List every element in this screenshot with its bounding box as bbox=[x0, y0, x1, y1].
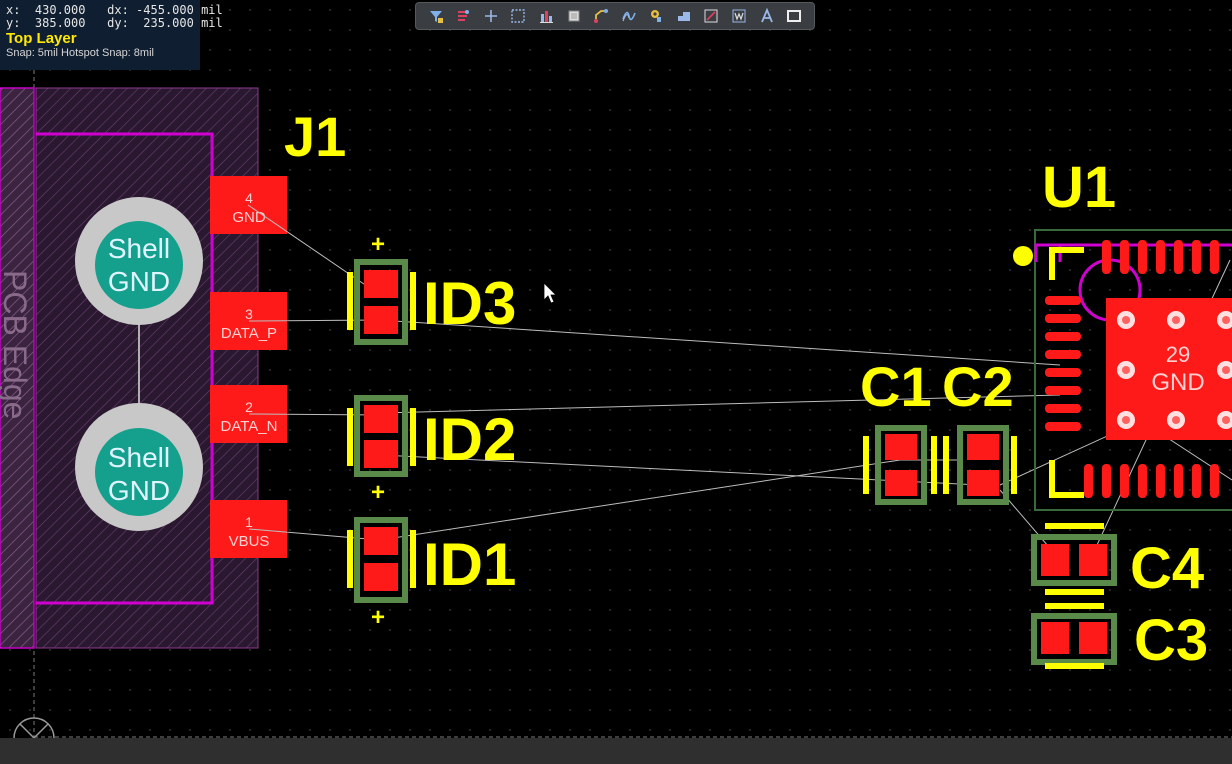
svg-text:4: 4 bbox=[245, 190, 253, 206]
diode-id1-label: ID1 bbox=[423, 531, 516, 598]
u1-designator: U1 bbox=[1042, 155, 1116, 220]
filter-icon[interactable] bbox=[425, 5, 447, 27]
svg-text:Shell: Shell bbox=[108, 442, 170, 473]
capacitor-c3-label: C3 bbox=[1134, 608, 1208, 673]
svg-text:GND: GND bbox=[108, 266, 170, 297]
svg-text:Shell: Shell bbox=[108, 233, 170, 264]
j1-designator: J1 bbox=[284, 105, 346, 168]
capacitor-c2-label: C2 bbox=[942, 355, 1014, 418]
svg-text:GND: GND bbox=[232, 209, 266, 226]
svg-text:GND: GND bbox=[1151, 369, 1204, 396]
capacitor-c1-label: C1 bbox=[860, 355, 932, 418]
diode-id3-label: ID3 bbox=[423, 270, 516, 337]
svg-text:GND: GND bbox=[108, 475, 170, 506]
svg-text:+: + bbox=[371, 231, 385, 258]
component-icon[interactable] bbox=[563, 5, 585, 27]
diode-id2-label: ID2 bbox=[423, 406, 516, 473]
j1-pad-1[interactable]: 1 VBUS bbox=[210, 500, 287, 558]
svg-text:3: 3 bbox=[245, 306, 253, 322]
route-icon[interactable] bbox=[452, 5, 474, 27]
hud-snap-info: Snap: 5mil Hotspot Snap: 8mil bbox=[6, 47, 154, 59]
svg-text:DATA_N: DATA_N bbox=[221, 418, 278, 435]
svg-text:VBUS: VBUS bbox=[229, 533, 270, 550]
active-bar-toolbar bbox=[415, 2, 815, 30]
hud-active-layer: Top Layer bbox=[6, 30, 77, 47]
pcb-canvas[interactable]: PCB Edge Shell GND Shell GND 4 GND 3 DAT… bbox=[0, 0, 1232, 764]
pcb-edge-label: PCB Edge bbox=[0, 270, 33, 419]
dimension-icon[interactable] bbox=[700, 5, 722, 27]
select-rect-icon[interactable] bbox=[507, 5, 529, 27]
capacitor-c4-label: C4 bbox=[1130, 536, 1204, 601]
svg-text:+: + bbox=[371, 479, 385, 506]
svg-text:1: 1 bbox=[245, 514, 253, 530]
diff-pair-icon[interactable] bbox=[618, 5, 640, 27]
hud-y-line: y: 385.000 dy: 235.000 mil bbox=[6, 16, 223, 30]
status-strip bbox=[0, 738, 1232, 764]
polygon-icon[interactable] bbox=[673, 5, 695, 27]
rectangle-icon[interactable] bbox=[783, 5, 805, 27]
string-icon[interactable] bbox=[728, 5, 750, 27]
interactive-route-icon[interactable] bbox=[590, 5, 612, 27]
text-icon[interactable] bbox=[756, 5, 778, 27]
svg-text:+: + bbox=[371, 604, 385, 631]
svg-text:2: 2 bbox=[245, 399, 253, 415]
svg-text:29: 29 bbox=[1166, 342, 1190, 367]
crosshair-icon[interactable] bbox=[480, 5, 502, 27]
svg-text:DATA_P: DATA_P bbox=[221, 325, 277, 342]
coordinates-hud: x: 430.000 dx: -455.000 mil y: 385.000 d… bbox=[0, 0, 223, 70]
via-icon[interactable] bbox=[645, 5, 667, 27]
align-icon[interactable] bbox=[535, 5, 557, 27]
